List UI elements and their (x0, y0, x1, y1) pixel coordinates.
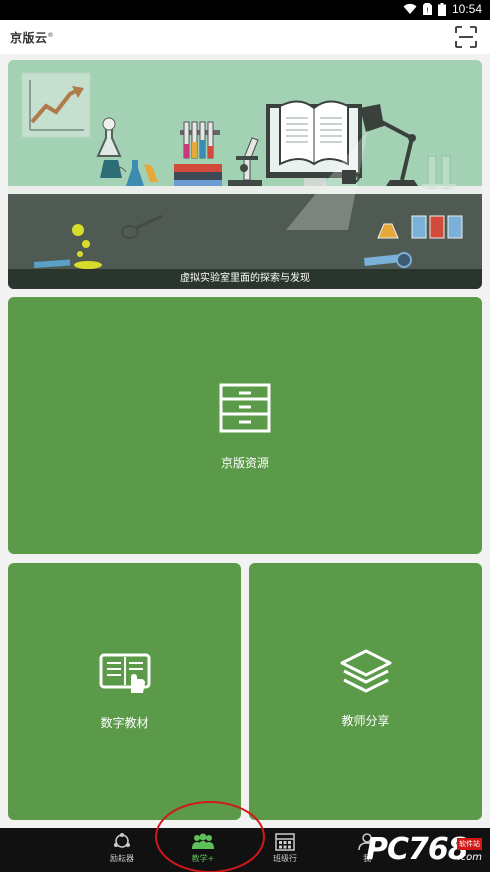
watermark-domain: .com (457, 852, 482, 863)
teacher-share-label: 教师分享 (341, 714, 390, 728)
status-icons: ! 10:54 (403, 2, 482, 16)
people-group-icon (192, 833, 214, 849)
status-time: 10:54 (451, 2, 482, 16)
nav-label-class: 班级行 (273, 854, 297, 863)
triangle-nodes-icon (114, 833, 130, 848)
textbook-touch-icon (99, 653, 150, 693)
watermark-badge: 软件站 (457, 838, 482, 850)
battery-icon (437, 2, 446, 16)
nav-label-teaching-plus: 教学+ (191, 854, 215, 863)
watermark-logo: PC768 软件站 .com (352, 828, 484, 872)
app-logo-text: 京版云 (10, 31, 48, 45)
file-cabinet-icon (219, 383, 271, 433)
svg-text:!: ! (426, 7, 429, 15)
logo-registered-mark: ® (47, 32, 55, 39)
scan-button[interactable] (454, 25, 478, 49)
teacher-share-card[interactable]: 教师分享 (249, 563, 482, 820)
layers-icon (340, 649, 391, 693)
digital-textbook-label: 数字教材 (100, 716, 149, 730)
no-sim-icon: ! (422, 3, 432, 15)
scan-icon (455, 26, 477, 48)
wifi-icon (403, 3, 417, 15)
nav-item-class[interactable]: 班级行 (245, 828, 325, 872)
nav-item-teaching-plus[interactable]: 教学+ (163, 828, 243, 872)
lab-banner[interactable]: 虚拟实验室里面的探索与发现 (8, 60, 482, 289)
watermark-brand: PC768 (366, 832, 469, 867)
resources-card[interactable]: 京版资源 (8, 297, 482, 554)
growth-chart-board (21, 72, 91, 138)
digital-textbook-card[interactable]: 数字教材 (8, 563, 241, 820)
nav-item-liyunqi[interactable]: 励耘器 (82, 828, 162, 872)
app-logo: 京版云® (10, 29, 54, 46)
calendar-grid-icon (275, 833, 295, 851)
nav-label-liyunqi: 励耘器 (110, 854, 134, 863)
status-bar: ! 10:54 (0, 0, 490, 20)
app-header: 京版云® (0, 20, 490, 54)
lab-illustration (8, 60, 482, 289)
banner-caption: 虚拟实验室里面的探索与发现 (8, 269, 482, 289)
resources-label: 京版资源 (220, 456, 269, 470)
